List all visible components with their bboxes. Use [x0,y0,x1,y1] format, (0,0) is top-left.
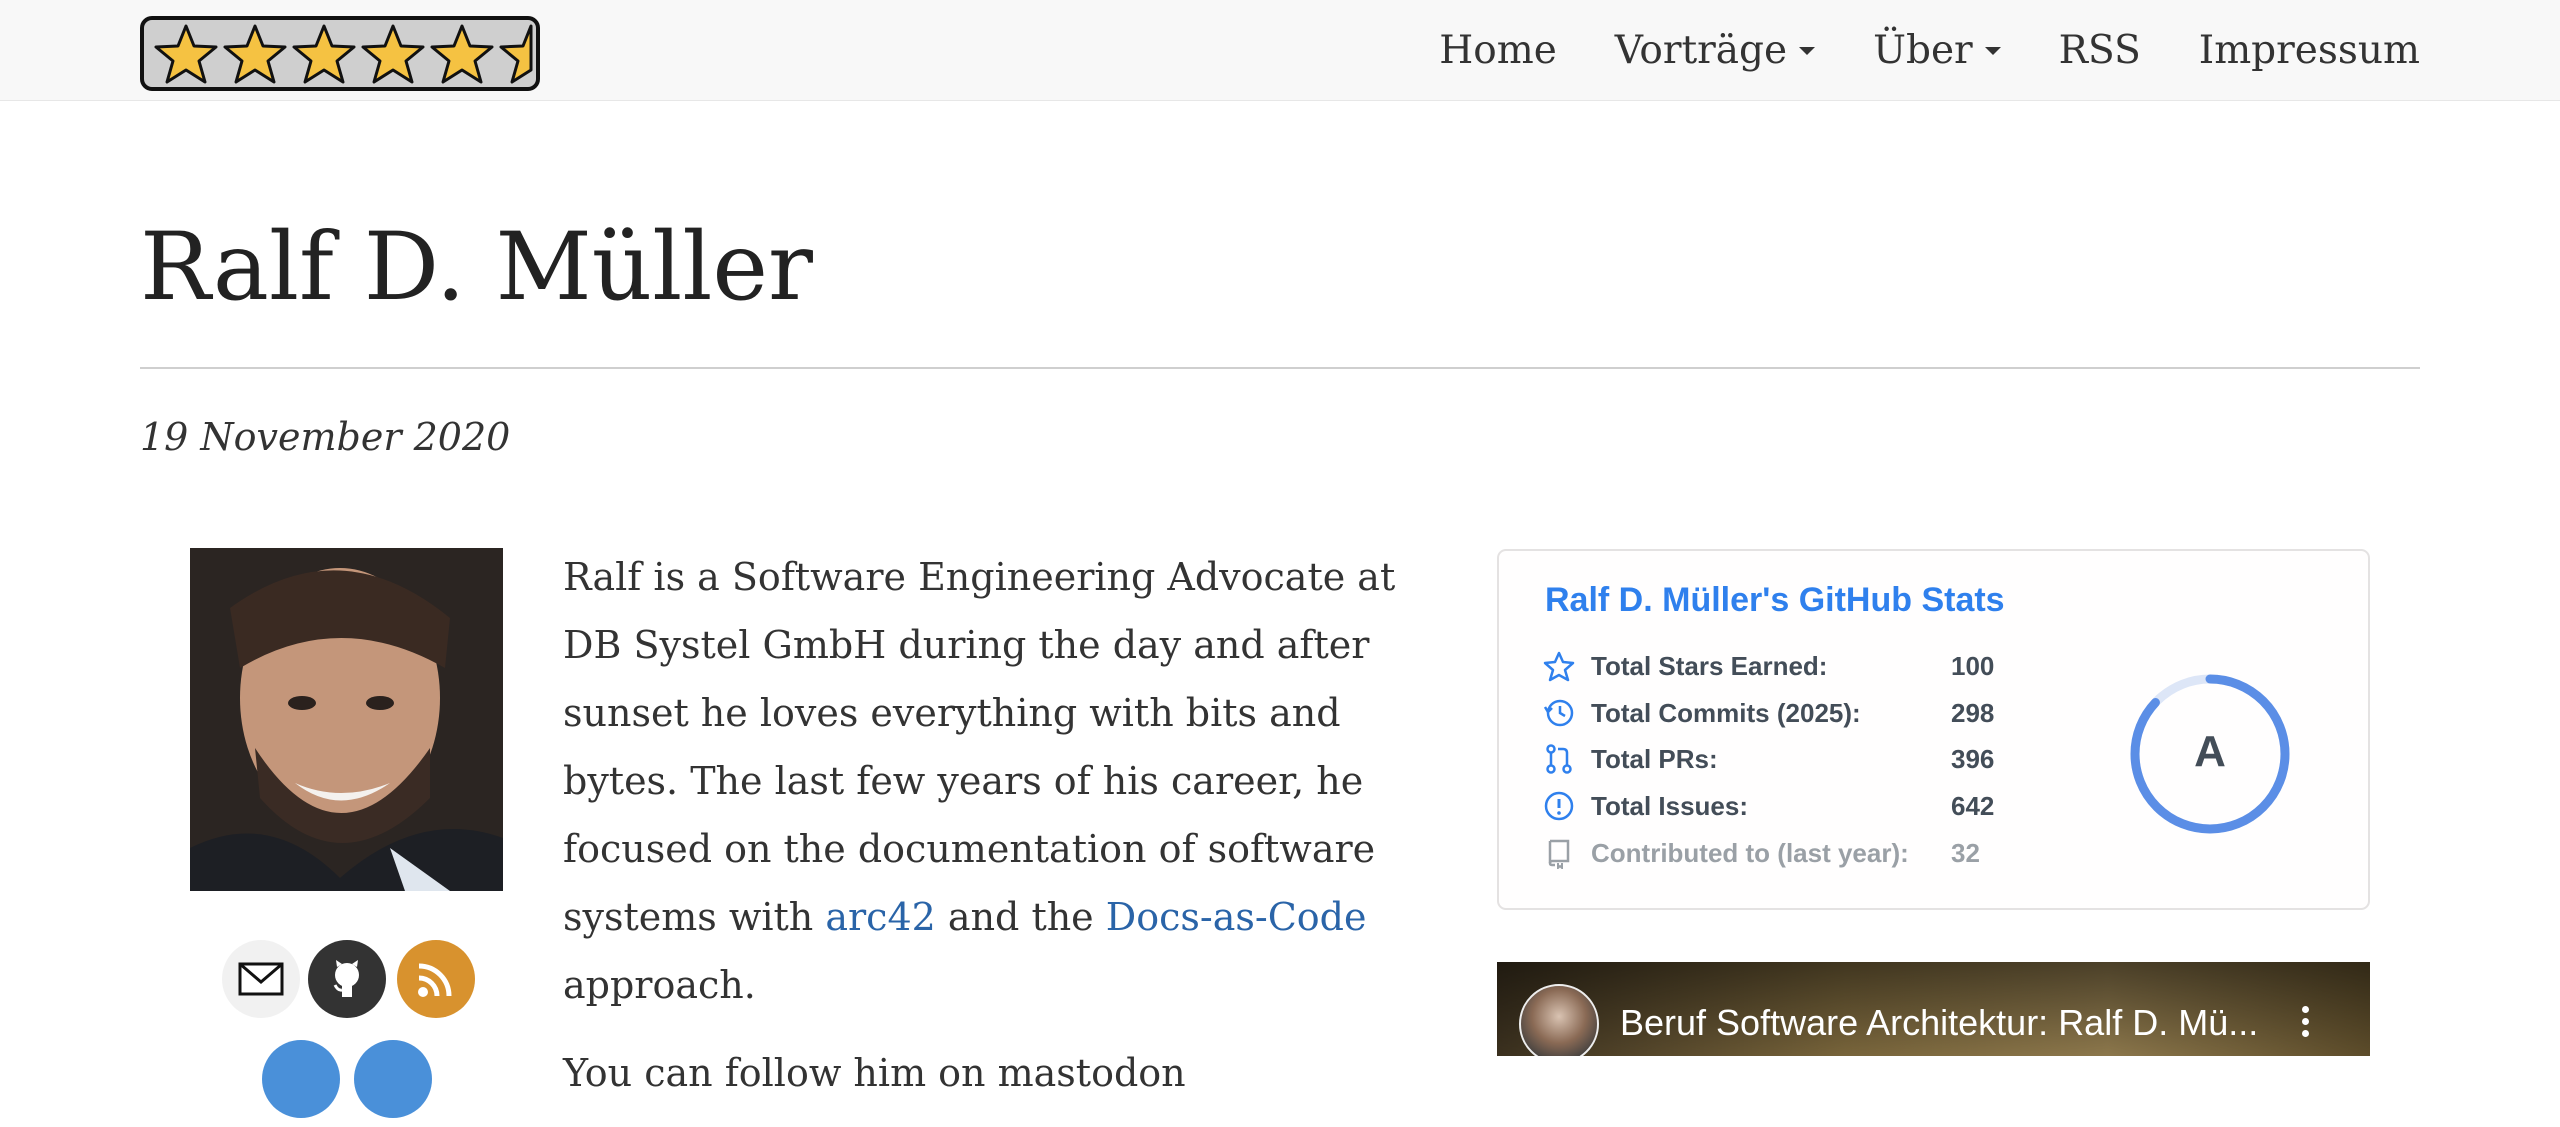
arc42-link[interactable]: arc42 [825,895,935,939]
author-bio: Ralf is a Software Engineering Advocate … [563,543,1443,1127]
navbar: Home Vorträge Über RSS Impressum [0,0,2560,101]
stat-row-contributed: Contributed to (last year): 32 [1543,833,2031,873]
author-photo [190,548,503,891]
github-link[interactable] [308,940,386,1018]
nav-vortraege-dropdown[interactable]: Vorträge [1615,28,1816,73]
twitter-link[interactable] [354,1040,432,1118]
star-icon [1543,651,1575,682]
mail-icon [238,962,284,996]
rank-circle: A [2130,674,2290,834]
stars-icon [154,24,533,83]
github-icon [333,960,359,997]
history-icon [1543,699,1574,727]
nav-home[interactable]: Home [1439,28,1557,73]
video-title[interactable]: Beruf Software Architektur: Ralf D. Mü..… [1620,1002,2258,1044]
nav-ueber-dropdown[interactable]: Über [1873,28,2001,73]
post-date: 19 November 2020 [140,415,511,459]
repo-icon [1548,839,1570,869]
main-nav: Home Vorträge Über RSS Impressum [1381,0,2420,101]
channel-avatar[interactable] [1519,984,1599,1056]
stat-row-prs: Total PRs: 396 [1543,739,2031,779]
github-stats-card[interactable]: Ralf D. Müller's GitHub Stats Total Star… [1497,549,2370,910]
nav-rss[interactable]: RSS [2059,28,2141,73]
rss-icon [418,963,452,997]
stat-row-stars: Total Stars Earned: 100 [1543,646,2031,686]
mastodon-link[interactable] [262,1040,340,1118]
rank-letter: A [2194,727,2226,776]
bio-paragraph: Ralf is a Software Engineering Advocate … [563,555,1396,1007]
rss-link[interactable] [397,940,475,1018]
stat-row-issues: Total Issues: 642 [1543,786,2031,826]
stat-row-commits: Total Commits (2025): 298 [1543,693,2031,733]
docs-as-code-link[interactable]: Docs-as-Code [1106,895,1367,939]
issue-icon [1544,791,1574,821]
bio-mastodon-paragraph: You can follow him on mastodon [563,1051,1186,1095]
pull-request-icon [1546,744,1572,774]
nav-impressum[interactable]: Impressum [2199,28,2420,73]
caret-down-icon [1799,46,1816,55]
caret-down-icon [1984,46,2001,55]
page-title: Ralf D. Müller [140,213,813,322]
stats-title: Ralf D. Müller's GitHub Stats [1545,581,2005,619]
divider [140,367,2420,369]
email-link[interactable] [222,940,300,1018]
star-rating-logo[interactable] [140,16,540,91]
more-vert-icon[interactable] [2302,1006,2312,1042]
youtube-embed[interactable]: Beruf Software Architektur: Ralf D. Mü..… [1497,962,2370,1056]
